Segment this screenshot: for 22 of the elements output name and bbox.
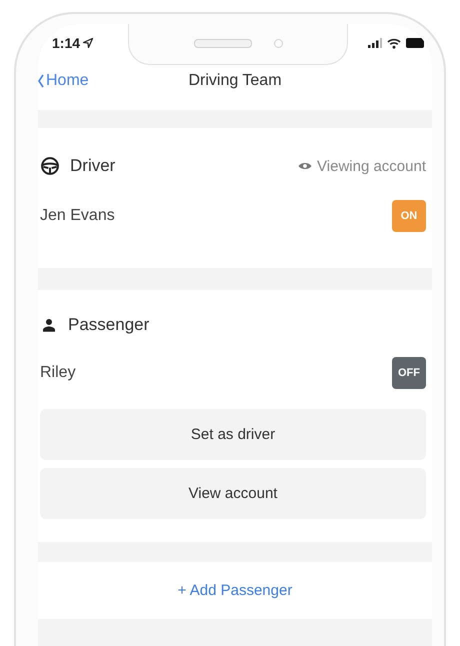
back-link[interactable]: Home — [38, 72, 89, 90]
viewing-label: Viewing account — [317, 158, 426, 174]
section-title: Passenger — [68, 315, 150, 335]
person-icon — [40, 316, 58, 334]
battery-icon — [406, 38, 424, 48]
chevron-left-icon — [38, 74, 44, 88]
action-button[interactable]: Set as driver — [40, 409, 426, 460]
screen-title: Driving Team — [188, 72, 282, 90]
signal-icon — [368, 38, 382, 48]
wifi-icon — [387, 38, 401, 48]
speaker-icon — [194, 38, 252, 48]
eye-icon — [298, 161, 312, 171]
toggle-button[interactable]: OFF — [392, 357, 426, 389]
camera-icon — [274, 38, 282, 48]
add-passenger-link[interactable]: + Add Passenger — [178, 582, 292, 599]
member-name: Jen Evans — [40, 207, 115, 225]
steering-wheel-icon — [40, 156, 60, 176]
action-button[interactable]: View account — [40, 468, 426, 519]
member-name: Riley — [40, 364, 76, 382]
status-time: 1:14 — [52, 35, 80, 51]
section-title: Driver — [70, 156, 116, 176]
location-arrow-icon — [83, 38, 94, 48]
